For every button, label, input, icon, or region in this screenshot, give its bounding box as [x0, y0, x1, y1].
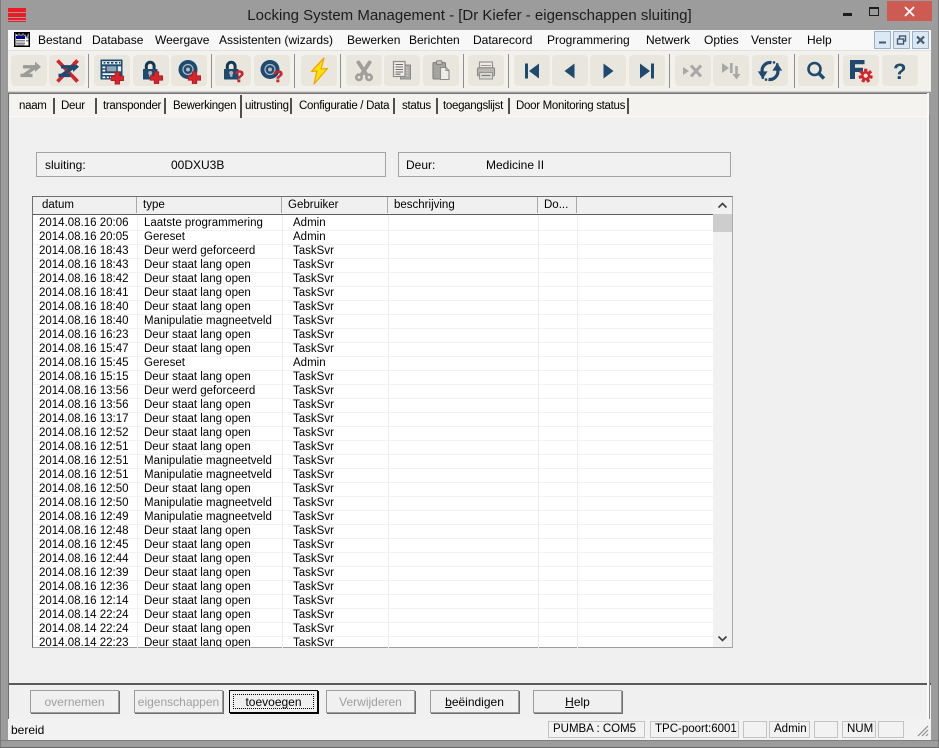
svg-text:?: ? [893, 59, 906, 84]
svg-text:?: ? [234, 67, 244, 84]
svg-text:?: ? [273, 67, 283, 84]
